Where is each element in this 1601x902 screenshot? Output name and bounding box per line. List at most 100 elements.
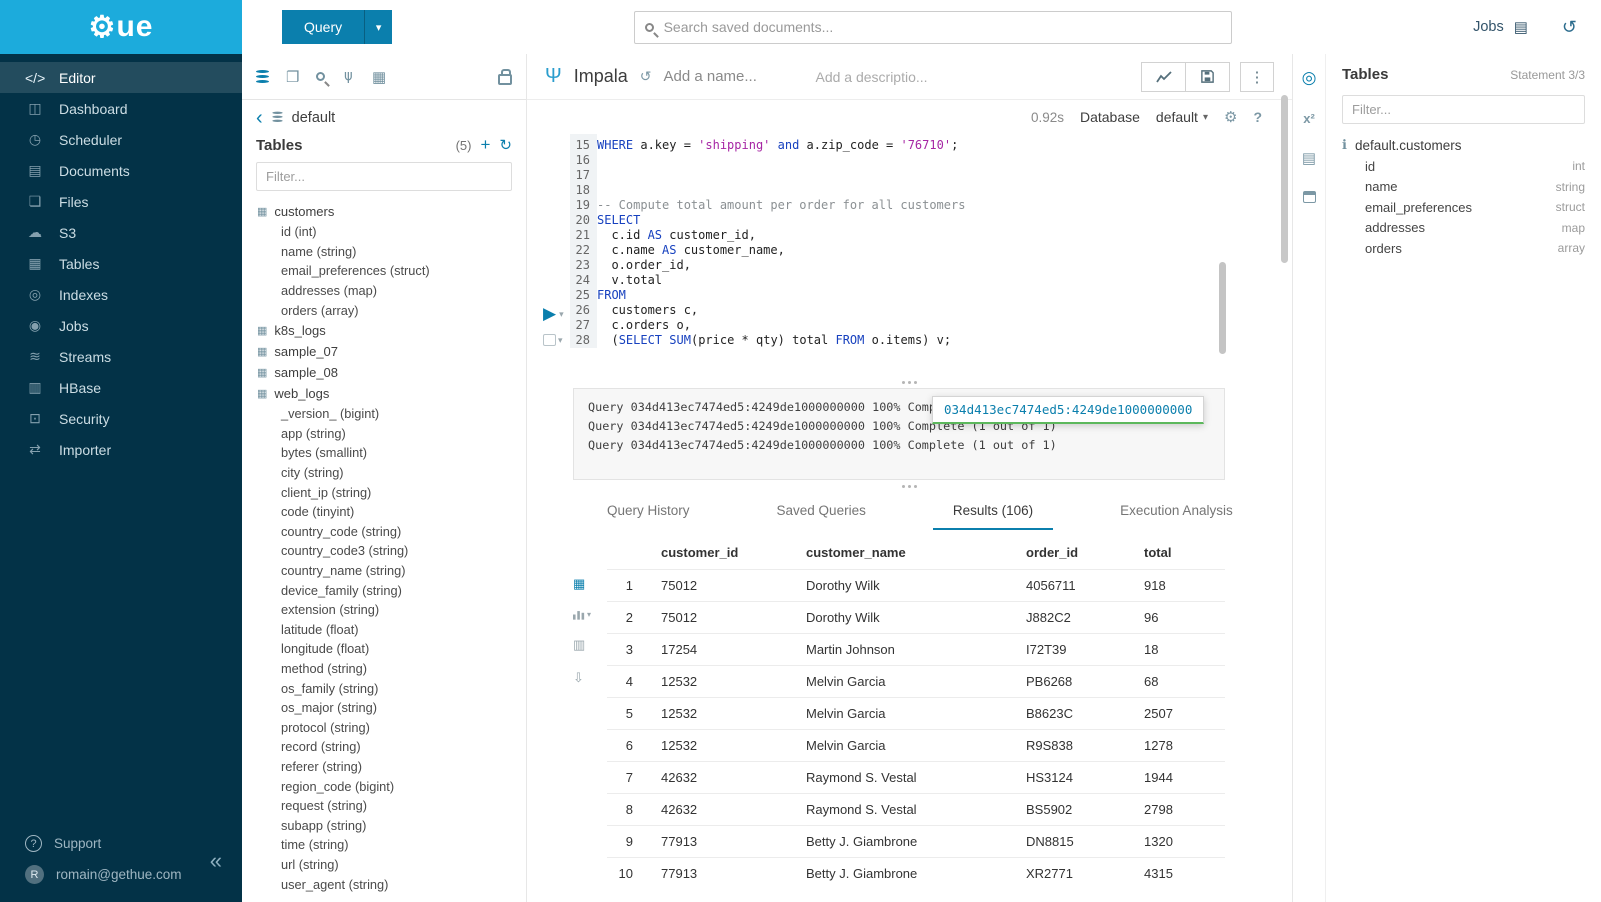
- column-item[interactable]: extension (string): [242, 600, 526, 620]
- column-item[interactable]: email_preferences (struct): [242, 261, 526, 281]
- result-column-header[interactable]: order_id: [1016, 536, 1134, 570]
- jobs-list-icon[interactable]: ▤: [1514, 18, 1528, 36]
- column-item[interactable]: latitude (float): [242, 620, 526, 640]
- table-item[interactable]: ▦ sample_07: [242, 341, 526, 362]
- sidebar-item[interactable]: ❏ Files: [0, 186, 242, 217]
- storage-bag-icon[interactable]: [498, 69, 512, 85]
- column-item[interactable]: addresses (map): [242, 281, 526, 301]
- sidebar-item[interactable]: ◎ Indexes: [0, 279, 242, 310]
- chart-view-icon[interactable]: ▾: [573, 609, 591, 620]
- table-item[interactable]: ▦ k8s_logs: [242, 320, 526, 341]
- result-row[interactable]: 7 42632 Raymond S. Vestal HS3124 1944: [607, 762, 1225, 794]
- column-item[interactable]: device_family (string): [242, 580, 526, 600]
- collapse-sidebar-button[interactable]: «: [210, 848, 222, 874]
- result-row[interactable]: 1 75012 Dorothy Wilk 4056711 918: [607, 570, 1225, 602]
- column-item[interactable]: request (string): [242, 796, 526, 816]
- language-reference-icon[interactable]: ▤: [1302, 149, 1316, 167]
- code-line[interactable]: 16: [570, 153, 1225, 168]
- snippet-type-button[interactable]: ▾: [543, 334, 570, 346]
- back-chevron-icon[interactable]: ‹: [256, 111, 263, 125]
- columns-view-icon[interactable]: ▥: [573, 637, 585, 653]
- result-tab[interactable]: Execution Analysis: [1100, 492, 1253, 530]
- chart-settings-button[interactable]: [1141, 62, 1186, 92]
- result-row[interactable]: 2 75012 Dorothy Wilk J882C2 96: [607, 602, 1225, 634]
- query-button[interactable]: Query: [282, 10, 364, 44]
- right-filter-input[interactable]: [1342, 95, 1585, 124]
- result-row[interactable]: 5 12532 Melvin Garcia B8623C 2507: [607, 698, 1225, 730]
- save-button[interactable]: [1185, 62, 1230, 92]
- column-item[interactable]: country_code (string): [242, 522, 526, 542]
- code-line[interactable]: 26 customers c,: [570, 303, 1225, 318]
- result-tab[interactable]: Query History: [587, 492, 710, 530]
- right-column-item[interactable]: addresses map: [1342, 218, 1585, 239]
- result-row[interactable]: 10 77913 Betty J. Giambrone XR2771 4315: [607, 858, 1225, 890]
- column-item[interactable]: referer (string): [242, 757, 526, 777]
- code-line[interactable]: 22 c.name AS customer_name,: [570, 243, 1225, 258]
- query-description-input[interactable]: [815, 69, 965, 85]
- main-scrollbar[interactable]: [1281, 95, 1288, 263]
- code-line[interactable]: 17: [570, 168, 1225, 183]
- help-icon[interactable]: ?: [1253, 109, 1262, 125]
- code-line[interactable]: 28 (SELECT SUM(price * qty) total FROM o…: [570, 333, 1225, 348]
- tables-filter-input[interactable]: [256, 162, 512, 191]
- search-input[interactable]: [664, 19, 1221, 35]
- column-item[interactable]: region_code (bigint): [242, 776, 526, 796]
- code-line[interactable]: 27 c.orders o,: [570, 318, 1225, 333]
- column-item[interactable]: client_ip (string): [242, 482, 526, 502]
- code-line[interactable]: 21 c.id AS customer_id,: [570, 228, 1225, 243]
- sidebar-user[interactable]: R romain@gethue.com: [0, 859, 242, 890]
- code-line[interactable]: 15 WHERE a.key = 'shipping' and a.zip_co…: [570, 138, 1225, 153]
- column-item[interactable]: country_code3 (string): [242, 541, 526, 561]
- result-column-header[interactable]: total: [1134, 536, 1225, 570]
- refresh-tables-icon[interactable]: ↻: [499, 136, 512, 154]
- settings-gear-icon[interactable]: ⚙: [1224, 108, 1237, 126]
- apps-assist-icon[interactable]: ▦: [372, 68, 386, 86]
- query-history-topbar-icon[interactable]: ↺: [1562, 17, 1577, 38]
- code-line[interactable]: 18: [570, 183, 1225, 198]
- column-item[interactable]: url (string): [242, 855, 526, 875]
- column-item[interactable]: id (int): [242, 222, 526, 242]
- right-column-item[interactable]: id int: [1342, 156, 1585, 177]
- hue-logo[interactable]: ⚙ue: [0, 0, 242, 54]
- sidebar-item[interactable]: ◷ Scheduler: [0, 124, 242, 155]
- query-dropdown-button[interactable]: ▾: [364, 10, 392, 44]
- snippet-menu-button[interactable]: ⋮: [1240, 62, 1274, 92]
- column-item[interactable]: os_major (string): [242, 698, 526, 718]
- add-table-icon[interactable]: +: [480, 139, 490, 151]
- code-line[interactable]: 23 o.order_id,: [570, 258, 1225, 273]
- context-search-icon[interactable]: [316, 72, 325, 81]
- column-item[interactable]: orders (array): [242, 300, 526, 320]
- sidebar-item[interactable]: </> Editor: [0, 62, 242, 93]
- sidebar-item[interactable]: ▥ HBase: [0, 372, 242, 403]
- result-column-header[interactable]: customer_id: [651, 536, 796, 570]
- editor-scrollbar[interactable]: [1219, 262, 1226, 354]
- code-line[interactable]: 25 FROM: [570, 288, 1225, 303]
- column-item[interactable]: time (string): [242, 835, 526, 855]
- table-item[interactable]: ▦ customers: [242, 201, 526, 222]
- column-item[interactable]: _version_ (bigint): [242, 404, 526, 424]
- column-item[interactable]: method (string): [242, 659, 526, 679]
- execute-button[interactable]: ▶: [543, 306, 556, 322]
- column-item[interactable]: city (string): [242, 463, 526, 483]
- result-row[interactable]: 9 77913 Betty J. Giambrone DN8815 1320: [607, 826, 1225, 858]
- column-item[interactable]: longitude (float): [242, 639, 526, 659]
- result-column-header[interactable]: customer_name: [796, 536, 1016, 570]
- sidebar-item[interactable]: ◫ Dashboard: [0, 93, 242, 124]
- column-item[interactable]: country_name (string): [242, 561, 526, 581]
- editor-assistant-icon[interactable]: ◎: [1302, 68, 1317, 88]
- code-line[interactable]: 19 -- Compute total amount per order for…: [570, 198, 1225, 213]
- column-item[interactable]: code (tinyint): [242, 502, 526, 522]
- result-row[interactable]: 4 12532 Melvin Garcia PB6268 68: [607, 666, 1225, 698]
- query-name-input[interactable]: [663, 68, 803, 85]
- documents-assist-icon[interactable]: ❐: [286, 68, 299, 86]
- active-table-item[interactable]: ℹ default.customers: [1342, 134, 1585, 156]
- resize-handle-bottom[interactable]: [527, 480, 1292, 492]
- functions-icon[interactable]: x²: [1303, 111, 1315, 126]
- result-row[interactable]: 6 12532 Melvin Garcia R9S838 1278: [607, 730, 1225, 762]
- download-icon[interactable]: ⇩: [573, 670, 584, 686]
- column-item[interactable]: bytes (smallint): [242, 443, 526, 463]
- table-item[interactable]: ▦ sample_08: [242, 362, 526, 383]
- databases-assist-icon[interactable]: [256, 70, 269, 83]
- query-id-popover[interactable]: 034d413ec7474ed5:4249de1000000000: [932, 396, 1204, 424]
- schedule-icon[interactable]: [1303, 190, 1316, 207]
